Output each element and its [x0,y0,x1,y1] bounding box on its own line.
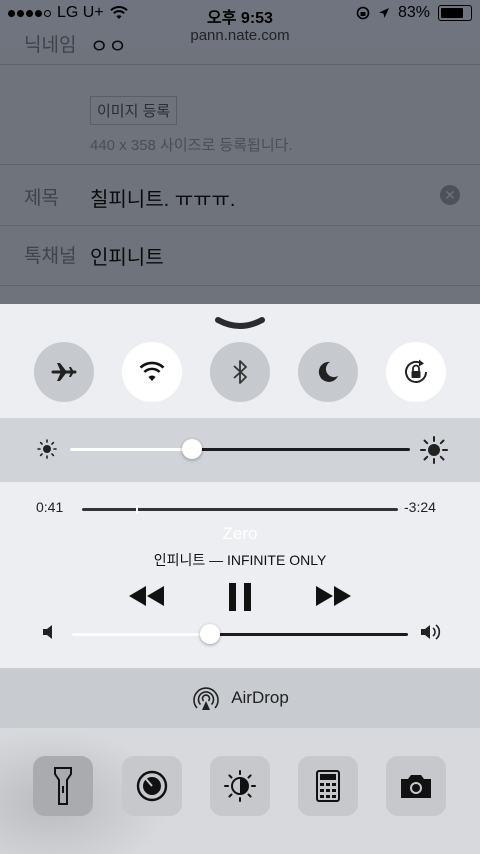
title-row: 제목 칠피니트. ㅠㅠㅠ. ✕ [0,164,480,226]
brightness-high-icon [420,436,448,464]
rotation-lock-icon [405,359,427,383]
location-icon [378,8,389,18]
volume-high-icon [421,624,441,640]
rotation-lock-toggle[interactable] [386,342,446,402]
flashlight-button[interactable] [33,756,93,816]
status-right: 83% [356,4,472,22]
image-size-hint: 440 x 358 사이즈로 등록됩니다. [90,137,293,154]
night-shift-button[interactable] [210,756,270,816]
rewind-button[interactable] [128,584,166,608]
title-label: 제목 [24,188,59,209]
bluetooth-toggle[interactable] [210,342,270,402]
volume-low-icon [43,625,52,639]
clear-title-icon[interactable]: ✕ [440,185,460,205]
nickname-value: ㅇㅇ [90,36,127,58]
do-not-disturb-toggle[interactable] [298,342,358,402]
channel-row: 톡채널 인피니트 [0,225,480,286]
scrubber-track[interactable] [82,508,398,511]
airdrop-label: AirDrop [231,688,289,707]
brightness-control [0,418,480,482]
artist-album: 인피니트 — INFINITE ONLY [153,552,327,568]
airplane-icon [51,363,77,381]
bluetooth-icon [233,360,247,384]
rotation-lock-status-icon [356,6,370,20]
calculator-button[interactable] [298,756,358,816]
elapsed-time: 0:41 [36,499,64,515]
scrubber-position[interactable] [135,505,138,514]
control-center: 0:41 -3:24 Zero 인피니트 — INFINITE ONLY Air… [0,304,480,854]
calculator-icon [316,770,340,802]
camera-button[interactable] [386,756,446,816]
volume-slider-knob[interactable] [199,624,220,644]
brightness-low-icon [37,439,57,459]
pause-button[interactable] [226,582,254,612]
volume-track-rest [209,633,408,636]
airdrop-icon [193,687,219,710]
channel-value[interactable]: 인피니트 [90,241,164,270]
nickname-row: 닉네임 ㅇㅇ [0,35,480,65]
remaining-time: -3:24 [404,499,436,515]
status-bar: LG U+ 오후 9:53 83% [0,0,480,28]
battery-icon [438,5,472,21]
title-input[interactable]: 칠피니트. ㅠㅠㅠ. [90,183,235,212]
airplane-mode-toggle[interactable] [34,342,94,402]
wifi-toggle[interactable] [122,342,182,402]
image-register-button[interactable]: 이미지 등록 [90,96,178,125]
shortcuts-row [0,728,480,854]
timer-button[interactable] [122,756,182,816]
toggle-area [0,304,480,418]
dismiss-handle-icon[interactable] [214,316,266,330]
now-playing: 0:41 -3:24 Zero 인피니트 — INFINITE ONLY [0,482,480,668]
flashlight-icon [54,767,72,805]
brightness-track-filled [70,448,193,451]
channel-label: 톡채널 [24,246,77,267]
fast-forward-button[interactable] [314,584,352,608]
song-title: Zero [222,524,258,543]
volume-track-filled [72,633,210,636]
background-web-page: 닉네임 ㅇㅇ 이미지 등록 440 x 358 사이즈로 등록됩니다. 제목 칠… [0,35,480,316]
brightness-slider-knob[interactable] [182,439,203,459]
moon-icon [318,361,338,382]
battery-percent: 83% [397,4,430,21]
airdrop-button[interactable]: AirDrop [0,668,480,728]
wifi-icon [139,361,165,381]
nickname-label: 닉네임 [24,35,77,56]
night-shift-icon [224,770,256,802]
camera-icon [401,775,431,798]
timer-icon [136,770,168,802]
brightness-track-rest [192,448,410,451]
